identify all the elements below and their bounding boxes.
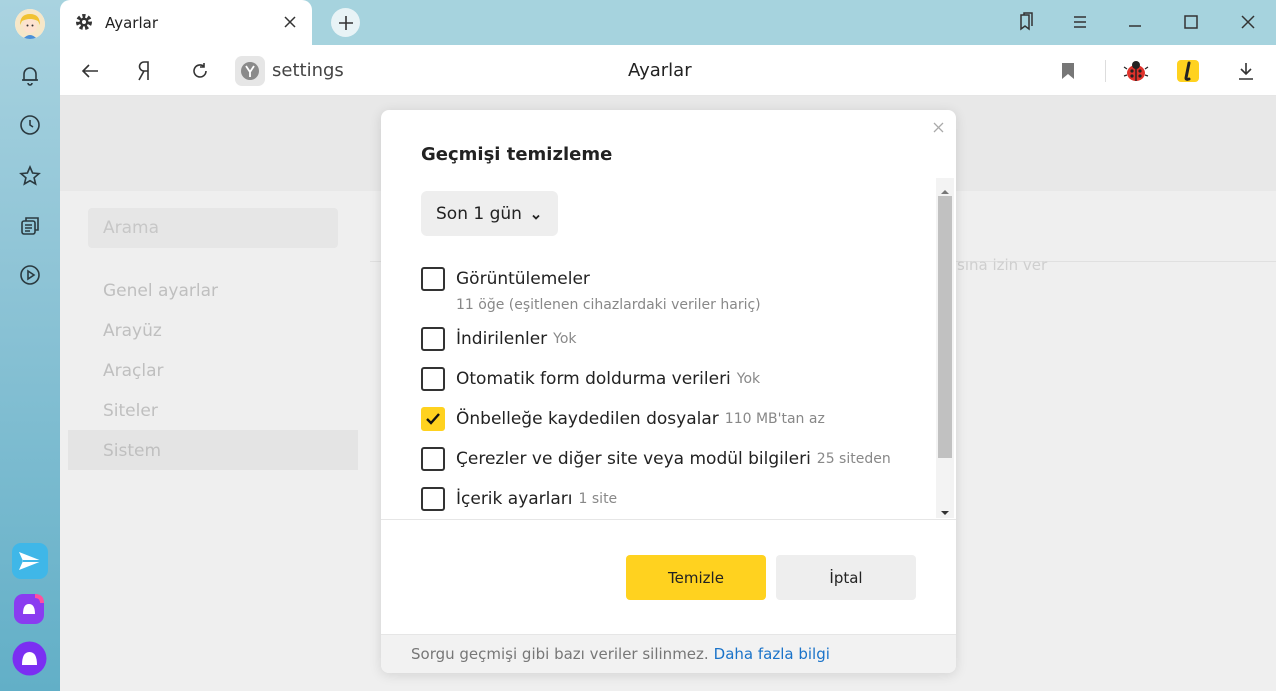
clear-history-dialog: Geçmişi temizleme Son 1 gün Görüntülemel…: [381, 110, 956, 673]
option-meta: Yok: [553, 331, 577, 347]
scroll-up-arrow-icon[interactable]: [940, 182, 950, 194]
option-cookies[interactable]: Çerezler ve diğer site veya modül bilgil…: [421, 446, 891, 472]
option-views-detail: 11 öğe (eşitlenen cihazlardaki veriler h…: [456, 297, 761, 313]
tab-title: Ayarlar: [105, 14, 159, 32]
alice-speaker-app-icon[interactable]: [12, 592, 46, 626]
alice-assistant-icon[interactable]: [12, 641, 47, 676]
address-bar: settings Ayarlar: [60, 45, 1276, 96]
checkbox[interactable]: [421, 327, 445, 351]
option-label: Çerezler ve diğer site veya modül bilgil…: [456, 449, 811, 469]
option-content-settings[interactable]: İçerik ayarları 1 site: [421, 486, 617, 512]
notifications-bell-icon[interactable]: [15, 60, 45, 90]
checkbox[interactable]: [421, 267, 445, 291]
sidebar-item-tools[interactable]: Araçlar: [103, 361, 164, 381]
yandex-logo-icon[interactable]: [132, 58, 158, 84]
minimize-icon[interactable]: [1122, 9, 1148, 35]
sidebar-item-interface[interactable]: Arayüz: [103, 321, 162, 341]
option-meta: 25 siteden: [816, 451, 891, 467]
tab-settings[interactable]: Ayarlar: [60, 0, 312, 45]
option-label: Otomatik form doldurma verileri: [456, 369, 731, 389]
footer-note: Sorgu geçmişi gibi bazı veriler silinmez…: [411, 645, 709, 663]
tab-manager-icon[interactable]: [1013, 9, 1039, 35]
window-close-icon[interactable]: [1235, 9, 1261, 35]
scrollbar-thumb[interactable]: [938, 196, 952, 458]
tab-close-icon[interactable]: [280, 12, 300, 32]
bookmarks-star-icon[interactable]: [15, 161, 45, 191]
left-rail: [0, 0, 60, 691]
page-title: Ayarlar: [628, 60, 692, 81]
option-downloads[interactable]: İndirilenler Yok: [421, 326, 577, 352]
dialog-close-icon[interactable]: [930, 119, 946, 135]
history-clock-icon[interactable]: [15, 110, 45, 140]
back-arrow-icon[interactable]: [77, 58, 103, 84]
option-label: İndirilenler: [456, 329, 548, 349]
search-placeholder: Arama: [103, 218, 160, 238]
download-icon[interactable]: [1233, 58, 1259, 84]
option-autofill[interactable]: Otomatik form doldurma verileri Yok: [421, 366, 760, 392]
checkbox[interactable]: [421, 447, 445, 471]
background-setting-text: sına izin ver: [957, 256, 1048, 274]
period-dropdown[interactable]: Son 1 gün: [421, 191, 558, 236]
option-label: Görüntülemeler: [456, 269, 590, 289]
options-scrollbar[interactable]: [936, 178, 954, 518]
checkmark-icon: [426, 413, 440, 425]
yandex-wallet-extension-icon[interactable]: [1175, 58, 1201, 84]
new-tab-button[interactable]: [331, 8, 360, 37]
chevron-down-icon: [530, 208, 542, 220]
option-meta: 110 MB'tan az: [724, 411, 825, 427]
profile-avatar[interactable]: [15, 9, 45, 39]
dialog-title: Geçmişi temizleme: [421, 144, 613, 165]
option-cache[interactable]: Önbelleğe kaydedilen dosyalar 110 MB'tan…: [421, 406, 825, 432]
site-info-icon[interactable]: [235, 56, 265, 86]
ladybug-extension-icon[interactable]: [1123, 58, 1149, 84]
messenger-app-icon[interactable]: [12, 543, 48, 579]
option-label: İçerik ayarları: [456, 489, 573, 509]
sidebar-item-system[interactable]: Sistem: [103, 441, 161, 461]
option-views[interactable]: Görüntülemeler: [421, 266, 590, 292]
checkbox-checked[interactable]: [421, 407, 445, 431]
toolbar-divider: [1105, 60, 1106, 82]
bookmark-icon[interactable]: [1055, 58, 1081, 84]
cancel-button[interactable]: İptal: [776, 555, 916, 600]
option-meta: 1 site: [578, 491, 618, 507]
video-play-icon[interactable]: [15, 260, 45, 290]
checkbox[interactable]: [421, 367, 445, 391]
sidebar-item-sites[interactable]: Siteler: [103, 401, 158, 421]
scroll-down-arrow-icon[interactable]: [940, 503, 950, 515]
options-divider: [381, 519, 956, 520]
gear-icon: [75, 13, 93, 31]
checkbox[interactable]: [421, 487, 445, 511]
settings-search-input[interactable]: Arama: [88, 208, 338, 248]
option-label: Önbelleğe kaydedilen dosyalar: [456, 409, 719, 429]
sidebar-item-general[interactable]: Genel ayarlar: [103, 281, 218, 301]
option-meta: Yok: [736, 371, 761, 387]
collections-icon[interactable]: [15, 211, 45, 241]
dialog-footer: Sorgu geçmişi gibi bazı veriler silinmez…: [381, 634, 956, 673]
menu-hamburger-icon[interactable]: [1067, 9, 1093, 35]
url-text[interactable]: settings: [272, 60, 344, 81]
clear-button[interactable]: Temizle: [626, 555, 766, 600]
period-selected-value: Son 1 gün: [436, 203, 522, 224]
learn-more-link[interactable]: Daha fazla bilgi: [714, 645, 830, 663]
maximize-icon[interactable]: [1178, 9, 1204, 35]
reload-icon[interactable]: [187, 58, 213, 84]
tab-strip: Ayarlar: [60, 0, 1276, 45]
